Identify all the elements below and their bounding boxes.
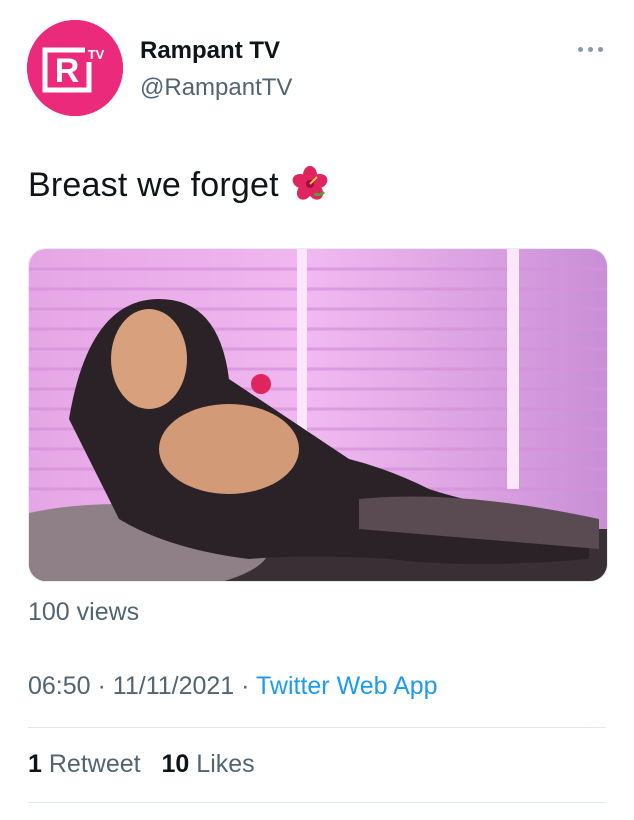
tweet-meta: 06:50 · 11/11/2021 · Twitter Web App xyxy=(28,672,438,701)
like-label: Likes xyxy=(196,750,255,778)
user-handle[interactable]: @RampantTV xyxy=(140,74,292,102)
tweet-source-link[interactable]: Twitter Web App xyxy=(256,672,438,700)
avatar[interactable]: R TV xyxy=(27,20,123,116)
tweet-media-photo[interactable] xyxy=(28,248,608,582)
meta-separator: · xyxy=(241,672,250,700)
divider xyxy=(28,802,606,803)
tweet-time[interactable]: 06:50 xyxy=(28,672,91,700)
like-count: 10 xyxy=(161,750,190,778)
meta-separator: · xyxy=(97,672,106,700)
more-options-icon[interactable] xyxy=(578,44,606,54)
view-count: 100 views xyxy=(28,598,140,626)
tweet-text-body: Breast we forget xyxy=(28,166,279,204)
tweet-text: Breast we forget xyxy=(28,166,328,211)
rampant-tv-logo-icon: R TV xyxy=(27,20,123,116)
likes-link[interactable]: 10 Likes xyxy=(162,750,255,778)
retweet-label: Retweet xyxy=(48,750,141,778)
divider xyxy=(28,727,606,728)
retweet-count: 1 xyxy=(28,750,42,778)
hibiscus-icon xyxy=(292,166,328,211)
svg-text:R: R xyxy=(55,52,80,90)
photo-image xyxy=(29,249,607,581)
display-name[interactable]: Rampant TV xyxy=(140,37,280,65)
retweets-link[interactable]: 1 Retweet xyxy=(28,750,141,778)
svg-text:TV: TV xyxy=(88,47,105,62)
engagement-stats: 1 Retweet 10 Likes xyxy=(28,750,255,779)
tweet-date[interactable]: 11/11/2021 xyxy=(113,672,234,700)
